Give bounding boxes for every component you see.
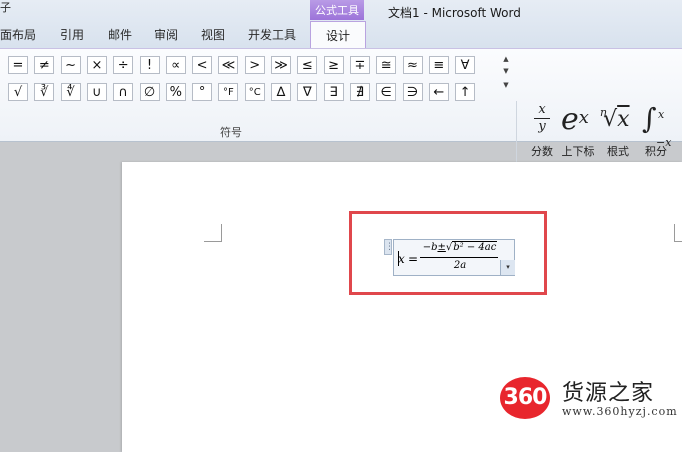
- row2-symbol-button[interactable]: °C: [244, 83, 265, 101]
- equation-neg-b: −b: [422, 242, 438, 253]
- equation-variable: x: [398, 252, 405, 266]
- fraction-icon: x y: [522, 101, 562, 143]
- equation-denominator: 2a: [453, 260, 467, 271]
- row2-symbol-button[interactable]: ∜: [60, 83, 81, 101]
- tab-references[interactable]: 引用: [58, 27, 86, 47]
- row1-symbol-button[interactable]: ≡: [428, 56, 449, 74]
- radical-icon: n√x: [598, 101, 638, 143]
- watermark-logo-badge: 360: [500, 377, 550, 419]
- row2-symbol-button[interactable]: ∋: [402, 83, 423, 101]
- radical-icon-index: n: [600, 106, 608, 119]
- row2-symbol-button[interactable]: °F: [218, 83, 239, 101]
- row1-symbol-button[interactable]: ≠: [34, 56, 55, 74]
- integral-icon: ∫ x −x: [636, 101, 676, 149]
- row2-symbol-button[interactable]: ∪: [86, 83, 107, 101]
- window-title: 文档1 - Microsoft Word: [388, 6, 521, 20]
- radical-icon-body: x: [617, 107, 630, 132]
- row2-symbol-button[interactable]: ↑: [455, 83, 476, 101]
- text-cursor: [398, 251, 399, 266]
- title-bar: 子 面布局 引用 邮件 审阅 视图 开发工具 公式工具 设计 文档1 - Mic…: [0, 0, 682, 50]
- equation-equals: =: [408, 252, 419, 266]
- row2-symbol-button[interactable]: ∈: [376, 83, 397, 101]
- row2-symbol-button[interactable]: °: [192, 83, 213, 101]
- ribbon: = ≠ ~ × ÷! ∝ < ≪ > ≫ ≤ ≥ ∓ ≅ ≈ ≡ ∀ √ ∛ ∜ ∪ ∩ ∅% ° °F °C ∆ ∇ ∃ ∄ ∈ ∋ ← ↑ …: [0, 48, 682, 187]
- row1-symbol-button[interactable]: ∓: [349, 56, 370, 74]
- script-icon: ex: [558, 101, 598, 143]
- equation-fraction-bar: [420, 257, 498, 258]
- row1-symbol-button[interactable]: ÷: [113, 56, 134, 74]
- tab-partial[interactable]: 子: [0, 0, 11, 20]
- equation-options-dropdown-icon[interactable]: ▾: [500, 260, 515, 275]
- row2-symbol-button[interactable]: ←: [428, 83, 449, 101]
- fraction-label: 分数: [531, 145, 553, 158]
- row1-symbol-button[interactable]: >: [244, 56, 265, 74]
- script-icon-sup: x: [578, 107, 589, 128]
- tab-mailings[interactable]: 邮件: [106, 27, 134, 47]
- row2-symbol-button[interactable]: √: [8, 83, 28, 101]
- tab-design[interactable]: 设计: [310, 21, 366, 50]
- row1-symbol-button[interactable]: =: [8, 56, 28, 74]
- row2-symbol-button[interactable]: ∅: [139, 83, 160, 101]
- script-button[interactable]: ex 上下标 ▾: [558, 101, 598, 169]
- symbols-more-icon[interactable]: ▼: [500, 79, 512, 91]
- script-icon-base: e: [561, 102, 579, 137]
- row1-symbol-button[interactable]: ∝: [165, 56, 186, 74]
- row2-symbol-button[interactable]: ∇: [297, 83, 318, 101]
- radical-label: 根式: [607, 145, 629, 158]
- equation-tools-header: 公式工具: [310, 0, 364, 20]
- equation-plus-minus: ±: [437, 242, 446, 253]
- integral-icon-sign: ∫: [642, 102, 657, 135]
- fraction-icon-num: x: [538, 102, 546, 117]
- row1-symbol-button[interactable]: ∀: [455, 56, 476, 74]
- margin-corner-right: [674, 224, 682, 242]
- row2-symbol-button[interactable]: ∄: [349, 83, 370, 101]
- tab-developer[interactable]: 开发工具: [246, 27, 298, 47]
- tab-view[interactable]: 视图: [199, 27, 227, 47]
- radical-button[interactable]: n√x 根式 ▾: [598, 101, 638, 169]
- row1-symbol-button[interactable]: <: [192, 56, 213, 74]
- symbols-group-label: 符号: [220, 126, 242, 139]
- equation[interactable]: x = −b±√b² − 4ac 2a: [396, 241, 498, 275]
- row1-symbol-button[interactable]: ≪: [218, 56, 239, 74]
- integral-icon-lower: −x: [656, 136, 672, 149]
- row2-symbol-button[interactable]: %: [165, 83, 186, 101]
- row1-symbol-button[interactable]: !: [139, 56, 160, 74]
- tab-page-layout[interactable]: 面布局: [0, 27, 36, 47]
- row2-symbol-button[interactable]: ∃: [323, 83, 344, 101]
- tab-review[interactable]: 审阅: [152, 27, 180, 47]
- row1-symbol-button[interactable]: ≅: [376, 56, 397, 74]
- symbols-scroll-down-icon[interactable]: ▼: [500, 65, 512, 77]
- row2-symbol-button[interactable]: ∩: [113, 83, 134, 101]
- row1-symbol-button[interactable]: ≫: [271, 56, 291, 74]
- equation-handle-icon[interactable]: ⋮: [384, 239, 394, 255]
- watermark-url: www.360hyzj.com: [562, 405, 678, 418]
- script-label: 上下标: [561, 145, 595, 158]
- equation-numerator: −b±√b² − 4ac: [420, 241, 500, 253]
- fraction-button[interactable]: x y 分数 ▾: [522, 101, 562, 169]
- row1-symbol-button[interactable]: ~: [60, 56, 81, 74]
- row1-symbol-button[interactable]: ≥: [323, 56, 344, 74]
- row1-symbol-button[interactable]: ×: [86, 56, 107, 74]
- integral-button[interactable]: ∫ x −x 积分 ▾: [636, 101, 676, 169]
- fraction-icon-den: y: [538, 119, 546, 134]
- row1-symbol-button[interactable]: ≈: [402, 56, 423, 74]
- equation-radicand: b² − 4ac: [452, 241, 498, 253]
- symbols-scroll-up-icon[interactable]: ▲: [500, 53, 512, 65]
- row2-symbol-button[interactable]: ∆: [271, 83, 291, 101]
- watermark-site-name: 货源之家: [562, 381, 655, 406]
- margin-corner-left: [204, 224, 222, 242]
- row2-symbol-button[interactable]: ∛: [34, 83, 55, 101]
- row1-symbol-button[interactable]: ≤: [297, 56, 318, 74]
